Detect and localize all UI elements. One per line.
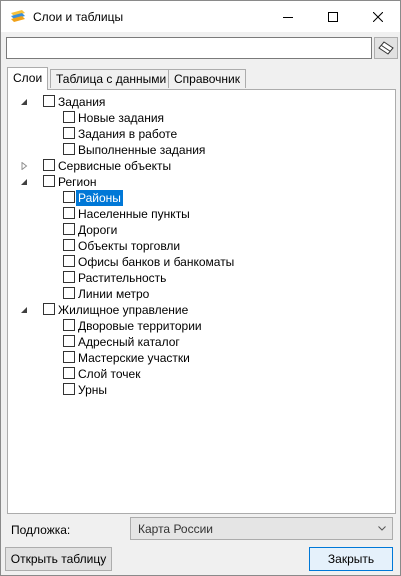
maximize-icon [327, 11, 338, 22]
layer-checkbox[interactable] [63, 223, 75, 235]
eraser-icon [378, 41, 394, 55]
tree-node-label: Районы [76, 190, 123, 206]
minimize-icon [282, 16, 293, 18]
layer-checkbox[interactable] [63, 287, 75, 299]
tree-node-label: Мастерские участки [78, 351, 190, 365]
tree-node[interactable]: Мастерские участки [8, 350, 395, 366]
app-layers-icon [10, 8, 26, 24]
title-bar[interactable]: Слои и таблицы [1, 1, 400, 32]
tree-node-label: Населенные пункты [78, 207, 190, 221]
layer-checkbox[interactable] [63, 191, 75, 203]
tree-node[interactable]: Сервисные объекты [8, 158, 395, 174]
minimize-button[interactable] [265, 1, 310, 32]
layers-tree: Задания Новые задания Задания в работе Выпо… [8, 94, 395, 398]
layer-checkbox[interactable] [43, 175, 55, 187]
tree-node[interactable]: Слой точек [8, 366, 395, 382]
tree-node[interactable]: Задания в работе [8, 126, 395, 142]
layer-checkbox[interactable] [63, 367, 75, 379]
chevron-down-icon [378, 526, 386, 531]
tree-node-label: Задания в работе [78, 127, 178, 141]
layers-panel: Задания Новые задания Задания в работе Выпо… [7, 89, 396, 514]
tree-node-label: Новые задания [78, 111, 165, 125]
tree-node[interactable]: Населенные пункты [8, 206, 395, 222]
tree-node[interactable]: Линии метро [8, 286, 395, 302]
layer-checkbox[interactable] [63, 335, 75, 347]
tree-node-label: Жилищное управление [58, 303, 189, 317]
tree-node[interactable]: Дворовые территории [8, 318, 395, 334]
tree-node[interactable]: Выполненные задания [8, 142, 395, 158]
basemap-value: Карта России [138, 522, 213, 536]
close-button[interactable]: Закрыть [309, 547, 393, 571]
tree-node[interactable]: Задания [8, 94, 395, 110]
layer-checkbox[interactable] [63, 207, 75, 219]
tree-expanded-icon[interactable] [20, 98, 28, 106]
tree-node[interactable]: Регион [8, 174, 395, 190]
tree-node-label: Линии метро [78, 287, 150, 301]
layer-checkbox[interactable] [63, 111, 75, 123]
tree-expanded-icon[interactable] [20, 178, 28, 186]
tree-node[interactable]: Офисы банков и банкоматы [8, 254, 395, 270]
tree-node-label: Объекты торговли [78, 239, 181, 253]
tab-data-table[interactable]: Таблица с данными [50, 69, 173, 88]
tree-node-label: Регион [58, 175, 97, 189]
tree-node-label: Урны [78, 383, 108, 397]
layer-checkbox[interactable] [63, 319, 75, 331]
tree-node[interactable]: Новые задания [8, 110, 395, 126]
tree-node[interactable]: Жилищное управление [8, 302, 395, 318]
layer-checkbox[interactable] [63, 239, 75, 251]
close-window-button[interactable] [355, 1, 400, 32]
tree-collapsed-icon[interactable] [20, 162, 28, 170]
open-table-button[interactable]: Открыть таблицу [5, 547, 112, 571]
tab-layers[interactable]: Слои [7, 67, 49, 90]
layer-checkbox[interactable] [63, 255, 75, 267]
search-row [6, 37, 398, 61]
basemap-label: Подложка: [11, 523, 71, 537]
tree-node-label: Дворовые территории [78, 319, 202, 333]
tree-node-label: Офисы банков и банкоматы [78, 255, 235, 269]
window-title: Слои и таблицы [33, 10, 124, 24]
tree-node-label: Растительность [78, 271, 167, 285]
tree-node-label: Сервисные объекты [58, 159, 172, 173]
layer-checkbox[interactable] [43, 95, 55, 107]
layer-checkbox[interactable] [63, 351, 75, 363]
tree-node[interactable]: Адресный каталог [8, 334, 395, 350]
tree-node[interactable]: Растительность [8, 270, 395, 286]
layer-checkbox[interactable] [63, 143, 75, 155]
tree-node[interactable]: Районы [8, 190, 395, 206]
tree-node-label: Адресный каталог [78, 335, 180, 349]
tree-node-label: Задания [58, 95, 106, 109]
layer-checkbox[interactable] [63, 271, 75, 283]
tree-node[interactable]: Урны [8, 382, 395, 398]
search-input[interactable] [6, 37, 372, 59]
tree-node-label: Слой точек [78, 367, 141, 381]
layer-checkbox[interactable] [63, 383, 75, 395]
layer-checkbox[interactable] [43, 159, 55, 171]
layers-and-tables-window: Слои и таблицы Слои Таблица с данными Сп… [0, 0, 401, 576]
clear-search-button[interactable] [374, 37, 398, 59]
layer-checkbox[interactable] [43, 303, 55, 315]
tree-node[interactable]: Дороги [8, 222, 395, 238]
close-icon [372, 11, 383, 22]
layer-checkbox[interactable] [63, 127, 75, 139]
maximize-button[interactable] [310, 1, 355, 32]
tree-node[interactable]: Объекты торговли [8, 238, 395, 254]
tree-expanded-icon[interactable] [20, 306, 28, 314]
tree-node-label: Выполненные задания [78, 143, 206, 157]
basemap-select[interactable]: Карта России [130, 517, 393, 540]
tree-node-label: Дороги [78, 223, 118, 237]
tab-reference[interactable]: Справочник [168, 69, 246, 88]
